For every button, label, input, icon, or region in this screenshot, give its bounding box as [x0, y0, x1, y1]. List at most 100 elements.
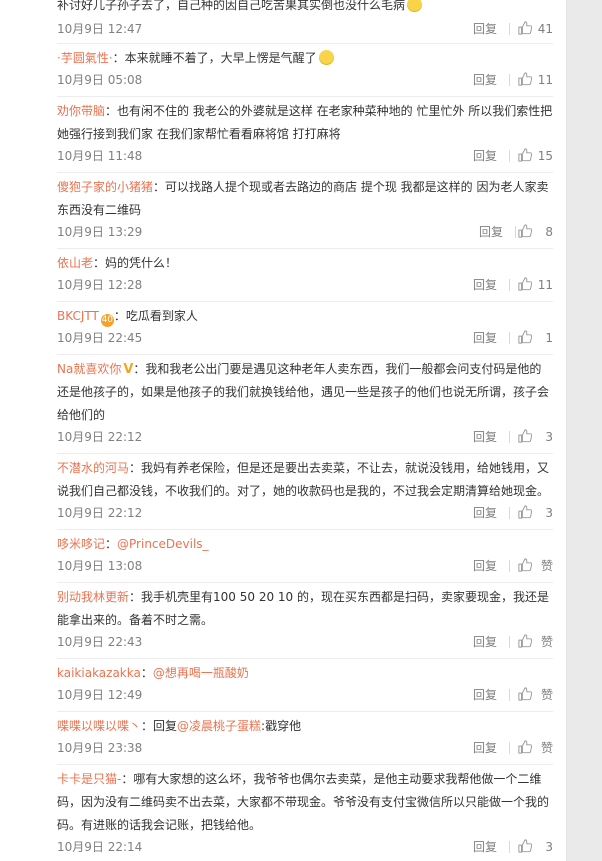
like-count: 8: [545, 225, 553, 239]
like-button[interactable]: 3: [518, 428, 553, 446]
like-button[interactable]: 赞: [518, 686, 553, 704]
reply-button[interactable]: 回复: [473, 557, 497, 575]
mention-link[interactable]: @PrinceDevils_: [117, 537, 209, 551]
comment-body: ：我妈有养老保险，但是还是要出去卖菜，不让去，就说没钱用，给她钱用，又说我们自己…: [57, 461, 550, 498]
comment-username[interactable]: 卡卡是只猫-: [57, 772, 121, 786]
mention-link[interactable]: @想再喝一瓶酸奶: [153, 666, 249, 680]
reply-button[interactable]: 回复: [473, 504, 497, 522]
like-button[interactable]: 3: [518, 504, 553, 522]
comment-username[interactable]: 不潜水的河马: [57, 461, 129, 475]
reply-button[interactable]: 回复: [473, 686, 497, 704]
comment-time: 10月9日 13:08: [57, 559, 143, 573]
comment-item: 依山老：妈的凭什么！ 10月9日 12:28 回复 11: [57, 249, 553, 302]
comment-item: 傻狍子家的小猪猪：可以找路人提个现或者去路边的商店 提个现 我都是这样的 因为老…: [57, 173, 553, 249]
comment-text: 喋喋以喋以喋丶：回复@凌晨桃子蛋糕:戳穿他: [57, 715, 553, 738]
comment-body: ：哪有大家想的这么坏，我爷爷也偶尔去卖菜，是他主动要求我帮他做一个二维码，因为没…: [57, 772, 550, 832]
divider: [509, 689, 510, 701]
emoji-icon: [318, 50, 334, 65]
divider: [509, 431, 510, 443]
like-button[interactable]: 赞: [518, 739, 553, 757]
reply-button[interactable]: 回复: [473, 147, 497, 165]
like-count: 41: [537, 22, 553, 36]
medal-badge-icon: 40: [100, 314, 114, 327]
comment-item: 不潜水的河马：我妈有养老保险，但是还是要出去卖菜，不让去，就说没钱用，给她钱用，…: [57, 454, 553, 530]
divider: [515, 226, 516, 238]
comment-item: 别动我林更新：我手机壳里有100 50 20 10 的，现在买东西都是扫码，卖家…: [57, 583, 553, 659]
reply-button[interactable]: 回复: [479, 223, 503, 241]
comment-text: BKCJTT 40：吃瓜看到家人: [57, 305, 553, 328]
like-button[interactable]: 赞: [518, 633, 553, 651]
thumbs-up-icon: [518, 687, 532, 701]
comment-time: 10月9日 12:28: [57, 278, 143, 292]
thumbs-up-icon: [518, 224, 532, 238]
reply-button[interactable]: 回复: [473, 633, 497, 651]
like-button[interactable]: 赞: [518, 557, 553, 575]
comment-username[interactable]: ·芋圆氣性·: [57, 51, 113, 65]
divider: [509, 332, 510, 344]
thumbs-up-icon: [518, 634, 532, 648]
divider: [509, 74, 510, 86]
like-count: 11: [537, 73, 553, 87]
thumbs-up-icon: [518, 72, 532, 86]
reply-button[interactable]: 回复: [473, 276, 497, 294]
like-count: 15: [537, 149, 553, 163]
reply-button[interactable]: 回复: [473, 428, 497, 446]
like-button[interactable]: 11: [518, 276, 553, 294]
comment-meta: 10月9日 12:49 回复 赞: [57, 686, 553, 704]
comment-username[interactable]: 别动我林更新: [57, 590, 129, 604]
thumbs-up-icon: [518, 429, 532, 443]
like-button[interactable]: 3: [518, 838, 553, 856]
divider: [509, 23, 510, 35]
comment-username[interactable]: 依山老: [57, 256, 93, 270]
reply-button[interactable]: 回复: [473, 739, 497, 757]
comment-meta: 10月9日 05:08 回复 11: [57, 71, 553, 89]
comment-text: ·芋圆氣性·：本来就睡不着了，大早上愣是气醒了: [57, 47, 553, 70]
comment-item: ·芋圆氣性·：本来就睡不着了，大早上愣是气醒了 10月9日 05:08 回复 1…: [57, 44, 553, 97]
like-button[interactable]: 41: [518, 20, 553, 38]
like-count: 1: [545, 331, 553, 345]
mention-link[interactable]: @凌晨桃子蛋糕: [177, 719, 261, 733]
comment-text: 哆米哆记：@PrinceDevils_: [57, 533, 553, 556]
comment-time: 10月9日 12:47: [57, 22, 143, 36]
like-button[interactable]: 11: [518, 71, 553, 89]
reply-button[interactable]: 回复: [473, 838, 497, 856]
like-button[interactable]: 8: [518, 223, 553, 241]
comment-meta: 10月9日 22:43 回复 赞: [57, 633, 553, 651]
comment-username[interactable]: 劝你带脑: [57, 104, 105, 118]
comment-username[interactable]: 傻狍子家的小猪猪: [57, 180, 153, 194]
comment-meta: 10月9日 22:12 回复 3: [57, 428, 553, 446]
divider: [509, 841, 510, 853]
comment-meta: 10月9日 23:38 回复 赞: [57, 739, 553, 757]
comment-meta: 10月9日 13:29 回复 8: [57, 223, 553, 241]
divider: [509, 636, 510, 648]
like-count: 赞: [540, 635, 553, 649]
comment-meta: 10月9日 11:48 回复 15: [57, 147, 553, 165]
comment-username[interactable]: 哆米哆记: [57, 537, 105, 551]
thumbs-up-icon: [518, 740, 532, 754]
thumbs-up-icon: [518, 21, 532, 35]
like-button[interactable]: 1: [518, 329, 553, 347]
comment-text: kaikiakazakka：@想再喝一瓶酸奶: [57, 662, 553, 685]
comment-item: 喋喋以喋以喋丶：回复@凌晨桃子蛋糕:戳穿他 10月9日 23:38 回复 赞: [57, 712, 553, 765]
comment-text: 补讨好儿子孙子去了，自己种的因自己吃苦果其实倒也没什么毛病: [57, 0, 553, 17]
comment-time: 10月9日 22:43: [57, 635, 143, 649]
reply-button[interactable]: 回复: [473, 20, 497, 38]
comment-body-tail: :戳穿他: [261, 719, 302, 733]
comment-username[interactable]: BKCJTT: [57, 309, 99, 323]
like-count: 赞: [540, 688, 553, 702]
comment-item: 哆米哆记：@PrinceDevils_ 10月9日 13:08 回复 赞: [57, 530, 553, 583]
divider: [509, 279, 510, 291]
reply-button[interactable]: 回复: [473, 71, 497, 89]
comment-username[interactable]: kaikiakazakka: [57, 666, 141, 680]
comment-time: 10月9日 12:49: [57, 688, 143, 702]
comment-username[interactable]: Na就喜欢你: [57, 362, 121, 376]
thumbs-up-icon: [518, 505, 532, 519]
like-button[interactable]: 15: [518, 147, 553, 165]
vip-v-icon: V: [123, 362, 134, 377]
comment-username[interactable]: 喋喋以喋以喋丶: [57, 719, 141, 733]
comment-body: ：妈的凭什么！: [93, 256, 178, 270]
thumbs-up-icon: [518, 277, 532, 291]
comment-meta: 10月9日 12:28 回复 11: [57, 276, 553, 294]
reply-button[interactable]: 回复: [473, 329, 497, 347]
comment-time: 10月9日 05:08: [57, 73, 143, 87]
